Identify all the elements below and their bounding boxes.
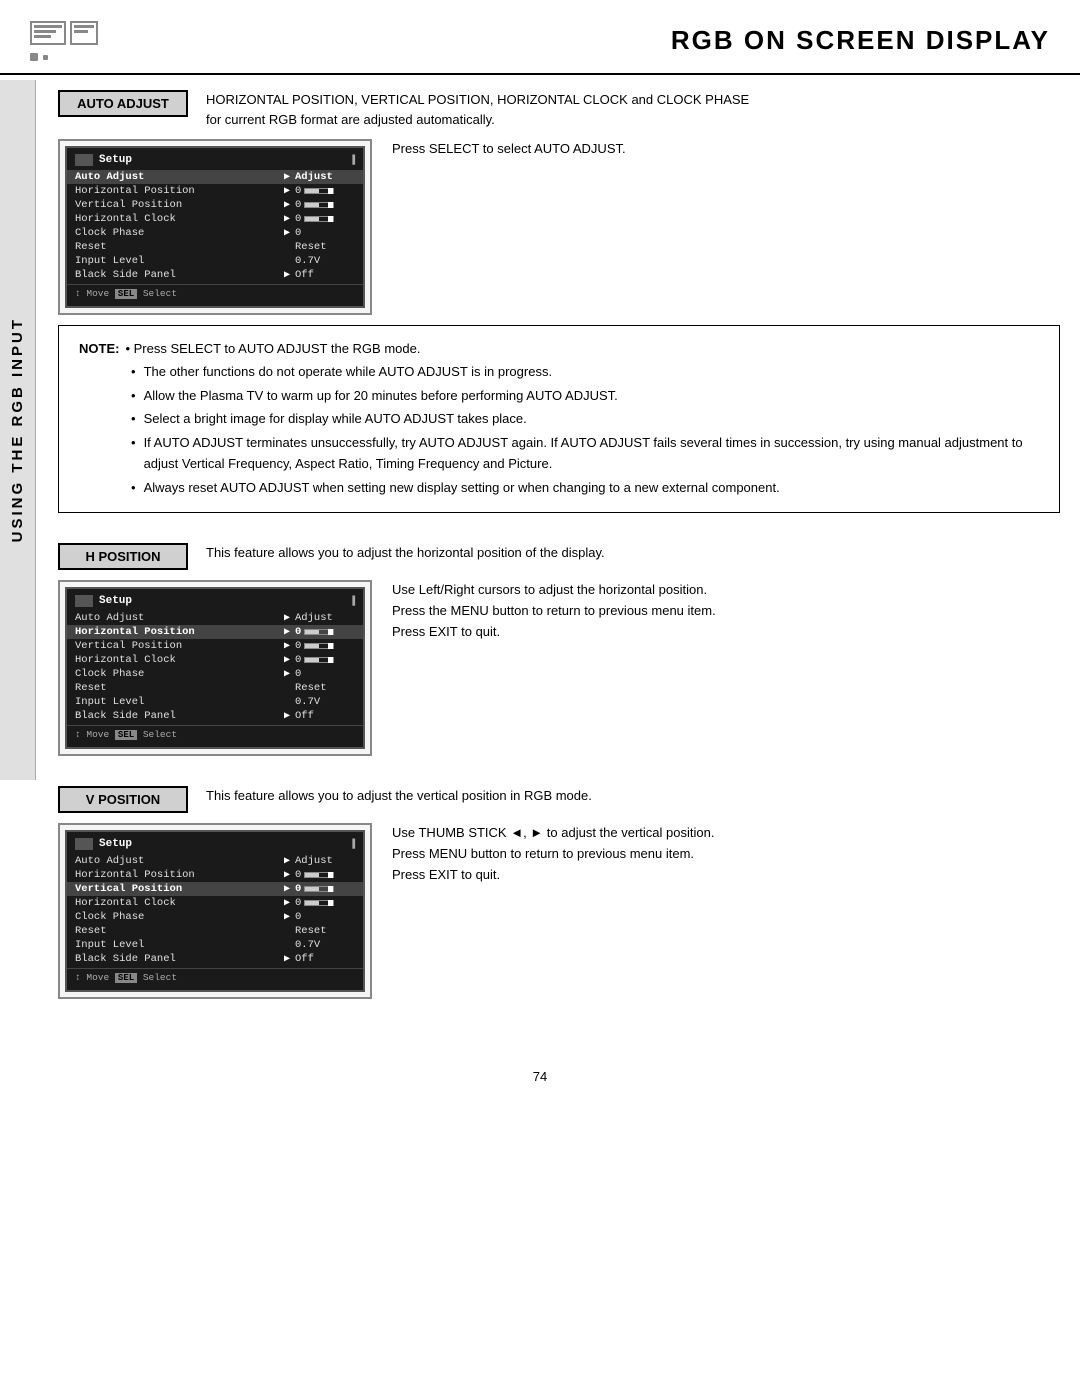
auto-adjust-desc: HORIZONTAL POSITION, VERTICAL POSITION, … xyxy=(206,90,1060,129)
osd-v-row-h-clock: Horizontal Clock ▶ 0 xyxy=(67,896,363,910)
auto-adjust-header: AUTO ADJUST HORIZONTAL POSITION, VERTICA… xyxy=(58,90,1060,129)
v-position-instructions: Use THUMB STICK ◄, ► to adjust the verti… xyxy=(392,823,1060,885)
note-row-0: NOTE: • Press SELECT to AUTO ADJUST the … xyxy=(79,338,1039,359)
h-position-label: H POSITION xyxy=(58,543,188,570)
osd-row-auto-adjust: Auto Adjust ▶ Adjust xyxy=(67,170,363,184)
h-position-desc: This feature allows you to adjust the ho… xyxy=(206,543,1060,563)
h-position-instructions: Use Left/Right cursors to adjust the hor… xyxy=(392,580,1060,642)
v-position-desc: This feature allows you to adjust the ve… xyxy=(206,786,1060,806)
osd-h-row-reset: Reset Reset xyxy=(67,681,363,695)
sidebar-label: USING THE RGB INPUT xyxy=(0,80,36,780)
v-position-osd-container: Setup ▐ Auto Adjust ▶ Adjust Horizontal … xyxy=(58,823,1060,999)
h-position-osd-container: Setup ▐ Auto Adjust ▶ Adjust Horizontal … xyxy=(58,580,1060,756)
v-position-section: V POSITION This feature allows you to ad… xyxy=(58,786,1060,999)
logo xyxy=(30,18,110,63)
page-footer: 74 xyxy=(0,1059,1080,1104)
osd-row-v-pos: Vertical Position ▶ 0 xyxy=(67,198,363,212)
note-row-3: • Select a bright image for display whil… xyxy=(79,408,1039,429)
osd-v-title: Setup ▐ xyxy=(67,836,363,852)
h-position-osd-menu: Setup ▐ Auto Adjust ▶ Adjust Horizontal … xyxy=(65,587,365,749)
osd-h-row-black-side: Black Side Panel ▶ Off xyxy=(67,709,363,723)
osd-row-input-level: Input Level 0.7V xyxy=(67,254,363,268)
osd-h-title: Setup ▐ xyxy=(67,593,363,609)
note-row-1: • The other functions do not operate whi… xyxy=(79,361,1039,382)
osd-h-row-auto-adjust: Auto Adjust ▶ Adjust xyxy=(67,611,363,625)
main-content: AUTO ADJUST HORIZONTAL POSITION, VERTICA… xyxy=(38,90,1080,1059)
osd-title: Setup ▐ xyxy=(67,152,363,168)
osd-h-footer: ↕ Move SEL Select xyxy=(67,725,363,743)
osd-v-row-clock-phase: Clock Phase ▶ 0 xyxy=(67,910,363,924)
osd-v-title-icon xyxy=(75,838,93,850)
osd-row-clock-phase: Clock Phase ▶ 0 xyxy=(67,226,363,240)
osd-row-black-side: Black Side Panel ▶ Off xyxy=(67,268,363,282)
note-row-2: • Allow the Plasma TV to warm up for 20 … xyxy=(79,385,1039,406)
osd-h-title-icon xyxy=(75,595,93,607)
h-position-header: H POSITION This feature allows you to ad… xyxy=(58,543,1060,570)
osd-h-row-input-level: Input Level 0.7V xyxy=(67,695,363,709)
osd-title-icon xyxy=(75,154,93,166)
page-header: RGB ON SCREEN DISPLAY xyxy=(0,0,1080,75)
osd-v-row-input-level: Input Level 0.7V xyxy=(67,938,363,952)
osd-v-row-reset: Reset Reset xyxy=(67,924,363,938)
osd-h-row-v-pos: Vertical Position ▶ 0 xyxy=(67,639,363,653)
osd-h-row-h-clock: Horizontal Clock ▶ 0 xyxy=(67,653,363,667)
note-box: NOTE: • Press SELECT to AUTO ADJUST the … xyxy=(58,325,1060,513)
v-position-header: V POSITION This feature allows you to ad… xyxy=(58,786,1060,813)
v-position-osd-menu: Setup ▐ Auto Adjust ▶ Adjust Horizontal … xyxy=(65,830,365,992)
osd-row-reset: Reset Reset xyxy=(67,240,363,254)
osd-h-row-h-pos: Horizontal Position ▶ 0 xyxy=(67,625,363,639)
note-row-4: • If AUTO ADJUST terminates unsuccessful… xyxy=(79,432,1039,475)
v-position-label: V POSITION xyxy=(58,786,188,813)
osd-v-footer: ↕ Move SEL Select xyxy=(67,968,363,986)
auto-adjust-instruction: Press SELECT to select AUTO ADJUST. xyxy=(392,139,1060,160)
auto-adjust-osd-menu: Setup ▐ Auto Adjust ▶ Adjust Horizontal … xyxy=(65,146,365,308)
osd-row-h-clock: Horizontal Clock ▶ 0 xyxy=(67,212,363,226)
page-title: RGB ON SCREEN DISPLAY xyxy=(110,25,1050,56)
auto-adjust-osd-container: Setup ▐ Auto Adjust ▶ Adjust Horizontal … xyxy=(58,139,1060,315)
auto-adjust-section: AUTO ADJUST HORIZONTAL POSITION, VERTICA… xyxy=(58,90,1060,513)
osd-v-row-black-side: Black Side Panel ▶ Off xyxy=(67,952,363,966)
note-row-5: • Always reset AUTO ADJUST when setting … xyxy=(79,477,1039,498)
auto-adjust-label: AUTO ADJUST xyxy=(58,90,188,117)
osd-v-row-auto-adjust: Auto Adjust ▶ Adjust xyxy=(67,854,363,868)
osd-row-h-pos: Horizontal Position ▶ 0 xyxy=(67,184,363,198)
h-position-section: H POSITION This feature allows you to ad… xyxy=(58,543,1060,756)
osd-v-row-h-pos: Horizontal Position ▶ 0 xyxy=(67,868,363,882)
osd-h-row-clock-phase: Clock Phase ▶ 0 xyxy=(67,667,363,681)
osd-v-row-v-pos: Vertical Position ▶ 0 xyxy=(67,882,363,896)
osd-footer: ↕ Move SEL Select xyxy=(67,284,363,302)
